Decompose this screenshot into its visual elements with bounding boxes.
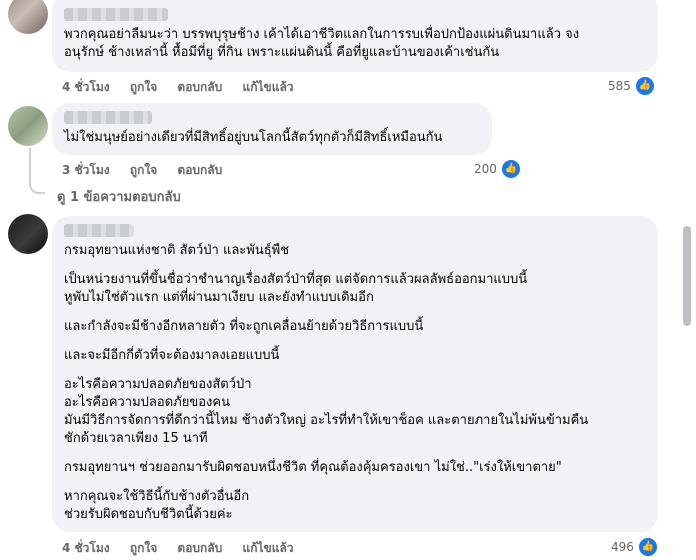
thumbs-up-icon: 👍 <box>637 537 658 557</box>
comment-text: กรมอุทยานแห่งชาติ สัตว์ป่า และพันธุ์พืช … <box>64 242 646 524</box>
thumbs-up-icon: 👍 <box>634 76 655 96</box>
reply-button[interactable]: ตอบกลับ <box>177 163 222 177</box>
edited-label[interactable]: แก้ไขแล้ว <box>242 541 293 555</box>
reaction-count[interactable]: 585 👍 <box>608 76 655 96</box>
comment-paragraph: และจะมีอีกกี่ตัวที่จะต้องมาลงเอยแบบนี้ <box>64 348 280 363</box>
comment-paragraph: อะไรคือความปลอดภัยของสัตว์ป่า อะไรคือควา… <box>64 377 589 446</box>
like-button[interactable]: ถูกใจ <box>130 163 157 177</box>
author-name-redacted[interactable] <box>64 8 168 21</box>
thread-connector <box>29 148 45 194</box>
comment-actions: 4 ชั่วโมง ถูกใจ ตอบกลับ แก้ไขแล้ว <box>62 539 310 558</box>
avatar[interactable] <box>8 106 48 146</box>
comment-text: พวกคุณอย่าลืมนะว่า บรรพบุรุษช้าง เค้าได้… <box>64 27 580 60</box>
comment-bubble: กรมอุทยานแห่งชาติ สัตว์ป่า และพันธุ์พืช … <box>52 216 658 532</box>
comment-time[interactable]: 4 ชั่วโมง <box>62 80 110 94</box>
author-name-redacted[interactable] <box>64 224 134 237</box>
comment-paragraph: และกำลังจะมีช้างอีกหลายตัว ที่จะถูกเคลื่… <box>64 319 424 334</box>
avatar[interactable] <box>8 214 48 254</box>
comment-actions: 4 ชั่วโมง ถูกใจ ตอบกลับ แก้ไขแล้ว <box>62 78 310 97</box>
view-replies-link[interactable]: ดู 1 ข้อความตอบกลับ <box>57 186 181 207</box>
reaction-count-value: 585 <box>608 79 631 93</box>
comment-time[interactable]: 4 ชั่วโมง <box>62 541 110 555</box>
comment-bubble: ไม่ใช่มนุษย์อย่างเดียวที่มีสิทธิ์อยู่บนโ… <box>52 103 492 155</box>
avatar[interactable] <box>8 0 48 34</box>
comment-actions: 3 ชั่วโมง ถูกใจ ตอบกลับ <box>62 161 238 180</box>
like-button[interactable]: ถูกใจ <box>130 541 157 555</box>
reaction-count[interactable]: 200 👍 <box>474 159 521 179</box>
scrollbar-thumb[interactable] <box>683 226 691 326</box>
like-button[interactable]: ถูกใจ <box>130 80 157 94</box>
comment-bubble: พวกคุณอย่าลืมนะว่า บรรพบุรุษช้าง เค้าได้… <box>52 0 658 72</box>
edited-label[interactable]: แก้ไขแล้ว <box>242 80 293 94</box>
reply-button[interactable]: ตอบกลับ <box>177 541 222 555</box>
comment-time[interactable]: 3 ชั่วโมง <box>62 163 110 177</box>
author-name-redacted[interactable] <box>64 111 152 124</box>
comment-paragraph: กรมอุทยานฯ ช่วยออกมารับผิดชอบหนึ่งชีวิต … <box>64 460 562 475</box>
reply-button[interactable]: ตอบกลับ <box>177 80 222 94</box>
reaction-count[interactable]: 496 👍 <box>611 537 658 557</box>
reaction-count-value: 200 <box>474 162 497 176</box>
comment-paragraph: เป็นหน่วยงานที่ขึ้นชื่อว่าชำนาญเรื่องสัต… <box>64 272 528 305</box>
comment-paragraph: กรมอุทยานแห่งชาติ สัตว์ป่า และพันธุ์พืช <box>64 243 290 258</box>
thumbs-up-icon: 👍 <box>500 159 521 179</box>
comment-text: ไม่ใช่มนุษย์อย่างเดียวที่มีสิทธิ์อยู่บนโ… <box>64 130 443 145</box>
comment-paragraph: หากคุณจะใช้วิธีนี้กับช้างตัวอื่นอีก ช่วย… <box>64 489 250 522</box>
reaction-count-value: 496 <box>611 540 634 554</box>
